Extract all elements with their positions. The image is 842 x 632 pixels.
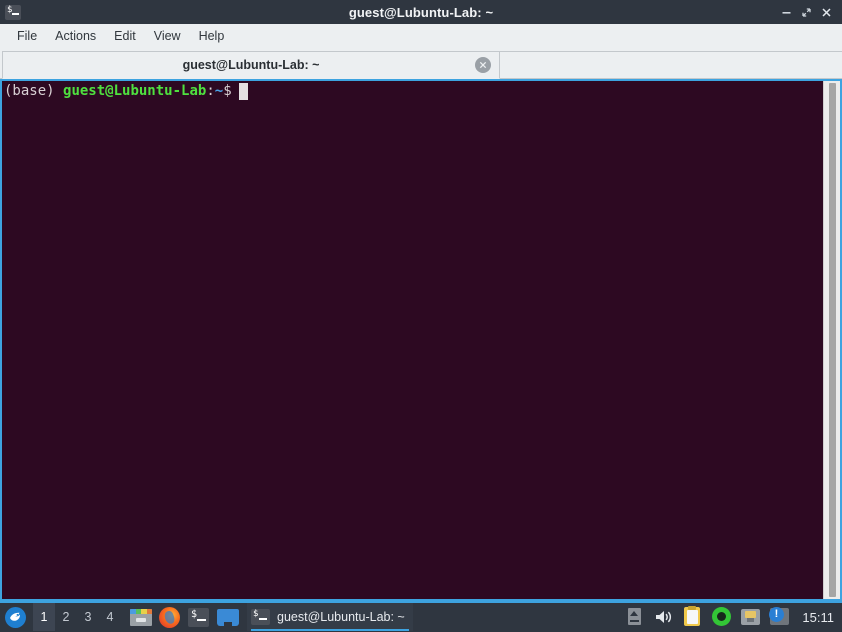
menu-item-edit[interactable]: Edit — [105, 26, 145, 47]
maximize-icon[interactable] — [796, 2, 816, 22]
clock[interactable]: 15:11 — [802, 610, 834, 625]
update-notifier-icon[interactable]: ! — [768, 607, 789, 627]
menu-item-file[interactable]: File — [8, 26, 46, 47]
workspace-4[interactable]: 4 — [99, 603, 121, 631]
prompt-env: (base) — [4, 83, 64, 99]
prompt-path: ~ — [214, 83, 224, 99]
tab-bar: guest@Lubuntu-Lab: ~ — [0, 49, 842, 79]
green-status-icon[interactable] — [711, 607, 731, 627]
window-button-terminal[interactable]: $ guest@Lubuntu-Lab: ~ — [247, 603, 413, 631]
tab-bar-empty-area[interactable] — [500, 51, 842, 79]
firefox-icon[interactable] — [159, 606, 181, 628]
network-icon[interactable] — [740, 607, 760, 627]
volume-icon[interactable] — [653, 607, 673, 627]
terminal-output[interactable]: (base) guest@Lubuntu-Lab: ~ $ — [2, 81, 823, 599]
quick-launch-bar: $ — [130, 606, 239, 628]
terminal-area: (base) guest@Lubuntu-Lab: ~ $ — [0, 79, 842, 601]
prompt-colon: : — [206, 83, 215, 99]
close-circle-icon[interactable] — [475, 57, 491, 73]
clipboard-icon[interactable] — [682, 606, 702, 627]
window-title: guest@Lubuntu-Lab: ~ — [348, 4, 494, 20]
lubuntu-logo-icon — [4, 606, 26, 628]
workspace-2[interactable]: 2 — [55, 603, 77, 631]
system-tray: ! 15:11 — [624, 606, 842, 627]
taskbar: 1 2 3 4 $ $ guest@Lubuntu-Lab: ~ ! 15:11 — [0, 601, 842, 631]
workspace-switcher: 1 2 3 4 — [33, 603, 121, 631]
file-manager-icon[interactable] — [130, 606, 152, 628]
menu-item-actions[interactable]: Actions — [46, 26, 105, 47]
workspace-1[interactable]: 1 — [33, 603, 55, 631]
terminal-window: $ guest@Lubuntu-Lab: ~ File Actions Edit… — [0, 0, 842, 601]
window-titlebar[interactable]: $ guest@Lubuntu-Lab: ~ — [0, 0, 842, 24]
terminal-icon: $ — [5, 4, 21, 20]
menu-item-help[interactable]: Help — [190, 26, 234, 47]
close-icon[interactable] — [816, 2, 836, 22]
workspace-3[interactable]: 3 — [77, 603, 99, 631]
prompt-sigil: $ — [223, 83, 232, 99]
menu-bar: File Actions Edit View Help — [0, 24, 842, 49]
terminal-icon: $ — [251, 609, 270, 625]
prompt-user-host: guest@Lubuntu-Lab — [63, 83, 207, 99]
terminal-icon-underscore — [12, 12, 19, 15]
window-button-label: guest@Lubuntu-Lab: ~ — [277, 610, 405, 624]
blue-app-icon[interactable] — [217, 606, 239, 628]
terminal-icon[interactable]: $ — [188, 606, 210, 628]
tab-label: guest@Lubuntu-Lab: ~ — [182, 58, 320, 72]
terminal-prompt-line: (base) guest@Lubuntu-Lab: ~ $ — [4, 82, 823, 101]
tab-terminal-0[interactable]: guest@Lubuntu-Lab: ~ — [2, 51, 500, 79]
menu-item-view[interactable]: View — [145, 26, 190, 47]
terminal-scrollbar[interactable] — [823, 81, 840, 599]
eject-media-icon[interactable] — [624, 607, 644, 627]
minimize-icon[interactable] — [776, 2, 796, 22]
window-list: $ guest@Lubuntu-Lab: ~ — [247, 603, 624, 631]
terminal-cursor — [238, 83, 248, 100]
start-menu-button[interactable] — [1, 603, 29, 631]
terminal-scrollbar-thumb[interactable] — [829, 83, 836, 597]
window-controls — [776, 2, 842, 22]
